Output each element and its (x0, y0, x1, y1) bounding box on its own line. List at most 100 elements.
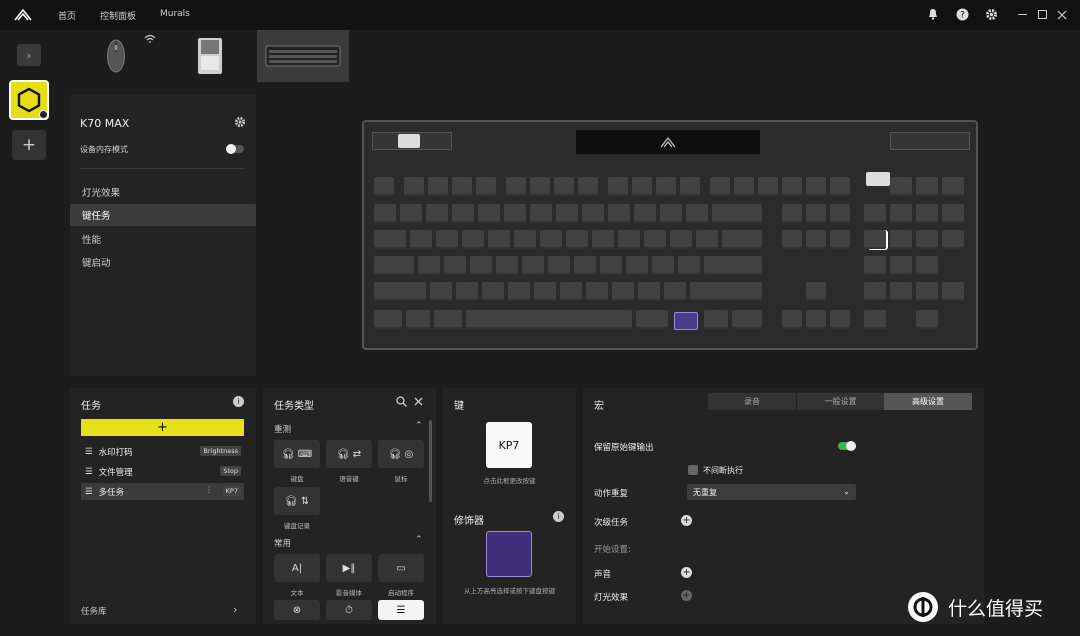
task-item[interactable]: ☰ 文件管理 Stop (81, 463, 244, 480)
numpad-key[interactable] (864, 310, 886, 329)
gear-icon[interactable] (984, 7, 998, 21)
scrollbar[interactable] (429, 420, 432, 502)
numpad-key[interactable] (890, 256, 912, 275)
task-item[interactable]: ☰ 水印打码 Brightness (81, 443, 244, 460)
keyboard-key[interactable] (374, 282, 426, 301)
keyboard-key[interactable] (782, 230, 802, 249)
numpad-key[interactable] (890, 204, 912, 223)
keyboard-key[interactable] (618, 230, 640, 249)
keyboard-key[interactable] (434, 310, 462, 329)
keyboard-key[interactable] (686, 204, 708, 223)
keyboard-key[interactable] (428, 177, 448, 196)
keyboard-key[interactable] (530, 177, 550, 196)
keyboard-key[interactable] (508, 282, 530, 301)
mode-switch[interactable] (866, 172, 890, 186)
keyboard-key[interactable] (456, 282, 478, 301)
keyboard-key[interactable] (400, 204, 422, 223)
keyboard-key[interactable] (444, 256, 466, 275)
device-settings-icon[interactable] (234, 116, 246, 128)
menu-key-activation[interactable]: 键启动 (70, 251, 256, 273)
keyboard-key[interactable] (696, 230, 718, 249)
keyboard-key[interactable] (632, 177, 652, 196)
add-task-button[interactable]: + (81, 419, 244, 436)
task-item-selected[interactable]: ☰ 多任务 ⋮ KP7 (81, 483, 244, 500)
keyboard-key[interactable] (406, 310, 430, 329)
maximize-button[interactable] (1038, 10, 1047, 19)
drag-handle-icon[interactable]: ⋮ (205, 485, 213, 494)
nav-home[interactable]: 首页 (58, 9, 76, 22)
keyboard-key[interactable] (732, 310, 762, 329)
keyboard-key[interactable] (452, 204, 474, 223)
keyboard-key[interactable] (374, 310, 402, 329)
numpad-key[interactable] (916, 204, 938, 223)
keyboard-key[interactable] (782, 310, 802, 329)
numpad-key[interactable] (890, 230, 912, 249)
add-secondary-icon[interactable]: + (681, 515, 692, 526)
keyboard-key[interactable] (496, 256, 518, 275)
keyboard-key[interactable] (830, 230, 850, 249)
modifier-selector[interactable] (486, 531, 532, 577)
bell-icon[interactable] (926, 7, 940, 21)
task-type-keyboard[interactable]: 🎧︎ ⌨︎ (274, 440, 320, 468)
keyboard-key[interactable] (782, 204, 802, 223)
keyboard-key[interactable] (522, 256, 544, 275)
task-type-launch[interactable]: ▭ (378, 554, 424, 582)
keyboard-key[interactable] (830, 204, 850, 223)
keyboard-key[interactable] (806, 282, 826, 301)
numpad-key[interactable] (864, 230, 886, 249)
add-lighting-icon[interactable]: + (681, 590, 692, 601)
keyboard-key[interactable] (578, 177, 598, 196)
keyboard-key[interactable] (704, 310, 728, 329)
keyboard-key[interactable] (506, 177, 526, 196)
task-type-media[interactable]: ▶‖ (326, 554, 372, 582)
keyboard-key[interactable] (582, 204, 604, 223)
task-type-disable[interactable]: ⊗ (274, 600, 320, 620)
keyboard-key[interactable] (600, 256, 622, 275)
keyboard-key[interactable] (478, 204, 500, 223)
keyboard-key[interactable] (670, 230, 692, 249)
keyboard-key[interactable] (782, 177, 802, 196)
keyboard-key[interactable] (430, 282, 452, 301)
keyboard-key[interactable] (664, 282, 686, 301)
keyboard-key[interactable] (374, 256, 414, 275)
keyboard-key[interactable] (626, 256, 648, 275)
keyboard-key[interactable] (806, 204, 826, 223)
keyboard-key[interactable] (612, 282, 634, 301)
keyboard-key[interactable] (806, 177, 826, 196)
keyboard-key[interactable] (374, 230, 406, 249)
keyboard-key[interactable] (514, 230, 536, 249)
keyboard-key[interactable] (592, 230, 614, 249)
volume-roller[interactable] (890, 132, 970, 150)
numpad-key[interactable] (942, 204, 964, 223)
task-type-timer[interactable]: ⏱︎ (326, 600, 372, 620)
numpad-key[interactable] (890, 177, 912, 196)
nav-dashboard[interactable]: 控制面板 (100, 9, 136, 22)
device-profile-avatar[interactable] (9, 80, 49, 120)
collapse-icon[interactable]: ⌃ (415, 535, 423, 545)
search-icon[interactable] (396, 396, 407, 407)
keyboard-key[interactable] (806, 310, 826, 329)
keyboard-key[interactable] (710, 177, 730, 196)
keyboard-key[interactable] (574, 256, 596, 275)
numpad-key[interactable] (942, 230, 964, 249)
repeat-select[interactable]: 无重复 ⌄ (687, 484, 856, 500)
menu-lighting[interactable]: 灯光效果 (70, 181, 256, 203)
keyboard-key[interactable] (634, 204, 656, 223)
close-icon[interactable] (414, 397, 423, 406)
keyboard-key[interactable] (488, 230, 510, 249)
memory-mode-toggle[interactable] (226, 144, 244, 154)
tab-general[interactable]: 一般设置 (796, 393, 884, 410)
keyboard-key[interactable] (482, 282, 504, 301)
keyboard-key[interactable] (452, 177, 472, 196)
keyboard-key[interactable] (374, 204, 396, 223)
device-dongle[interactable] (190, 30, 230, 82)
task-library-link[interactable]: 任务库 (81, 605, 107, 617)
selected-key-kp7[interactable] (674, 312, 698, 330)
keyboard-key[interactable] (678, 256, 700, 275)
help-icon[interactable]: ? (955, 7, 969, 21)
keyboard-key[interactable] (652, 256, 674, 275)
keyboard-key[interactable] (436, 230, 458, 249)
task-type-multi[interactable]: ☰ (378, 600, 424, 620)
menu-key-tasks[interactable]: 键任务 (70, 204, 256, 226)
add-sound-icon[interactable]: + (681, 567, 692, 578)
